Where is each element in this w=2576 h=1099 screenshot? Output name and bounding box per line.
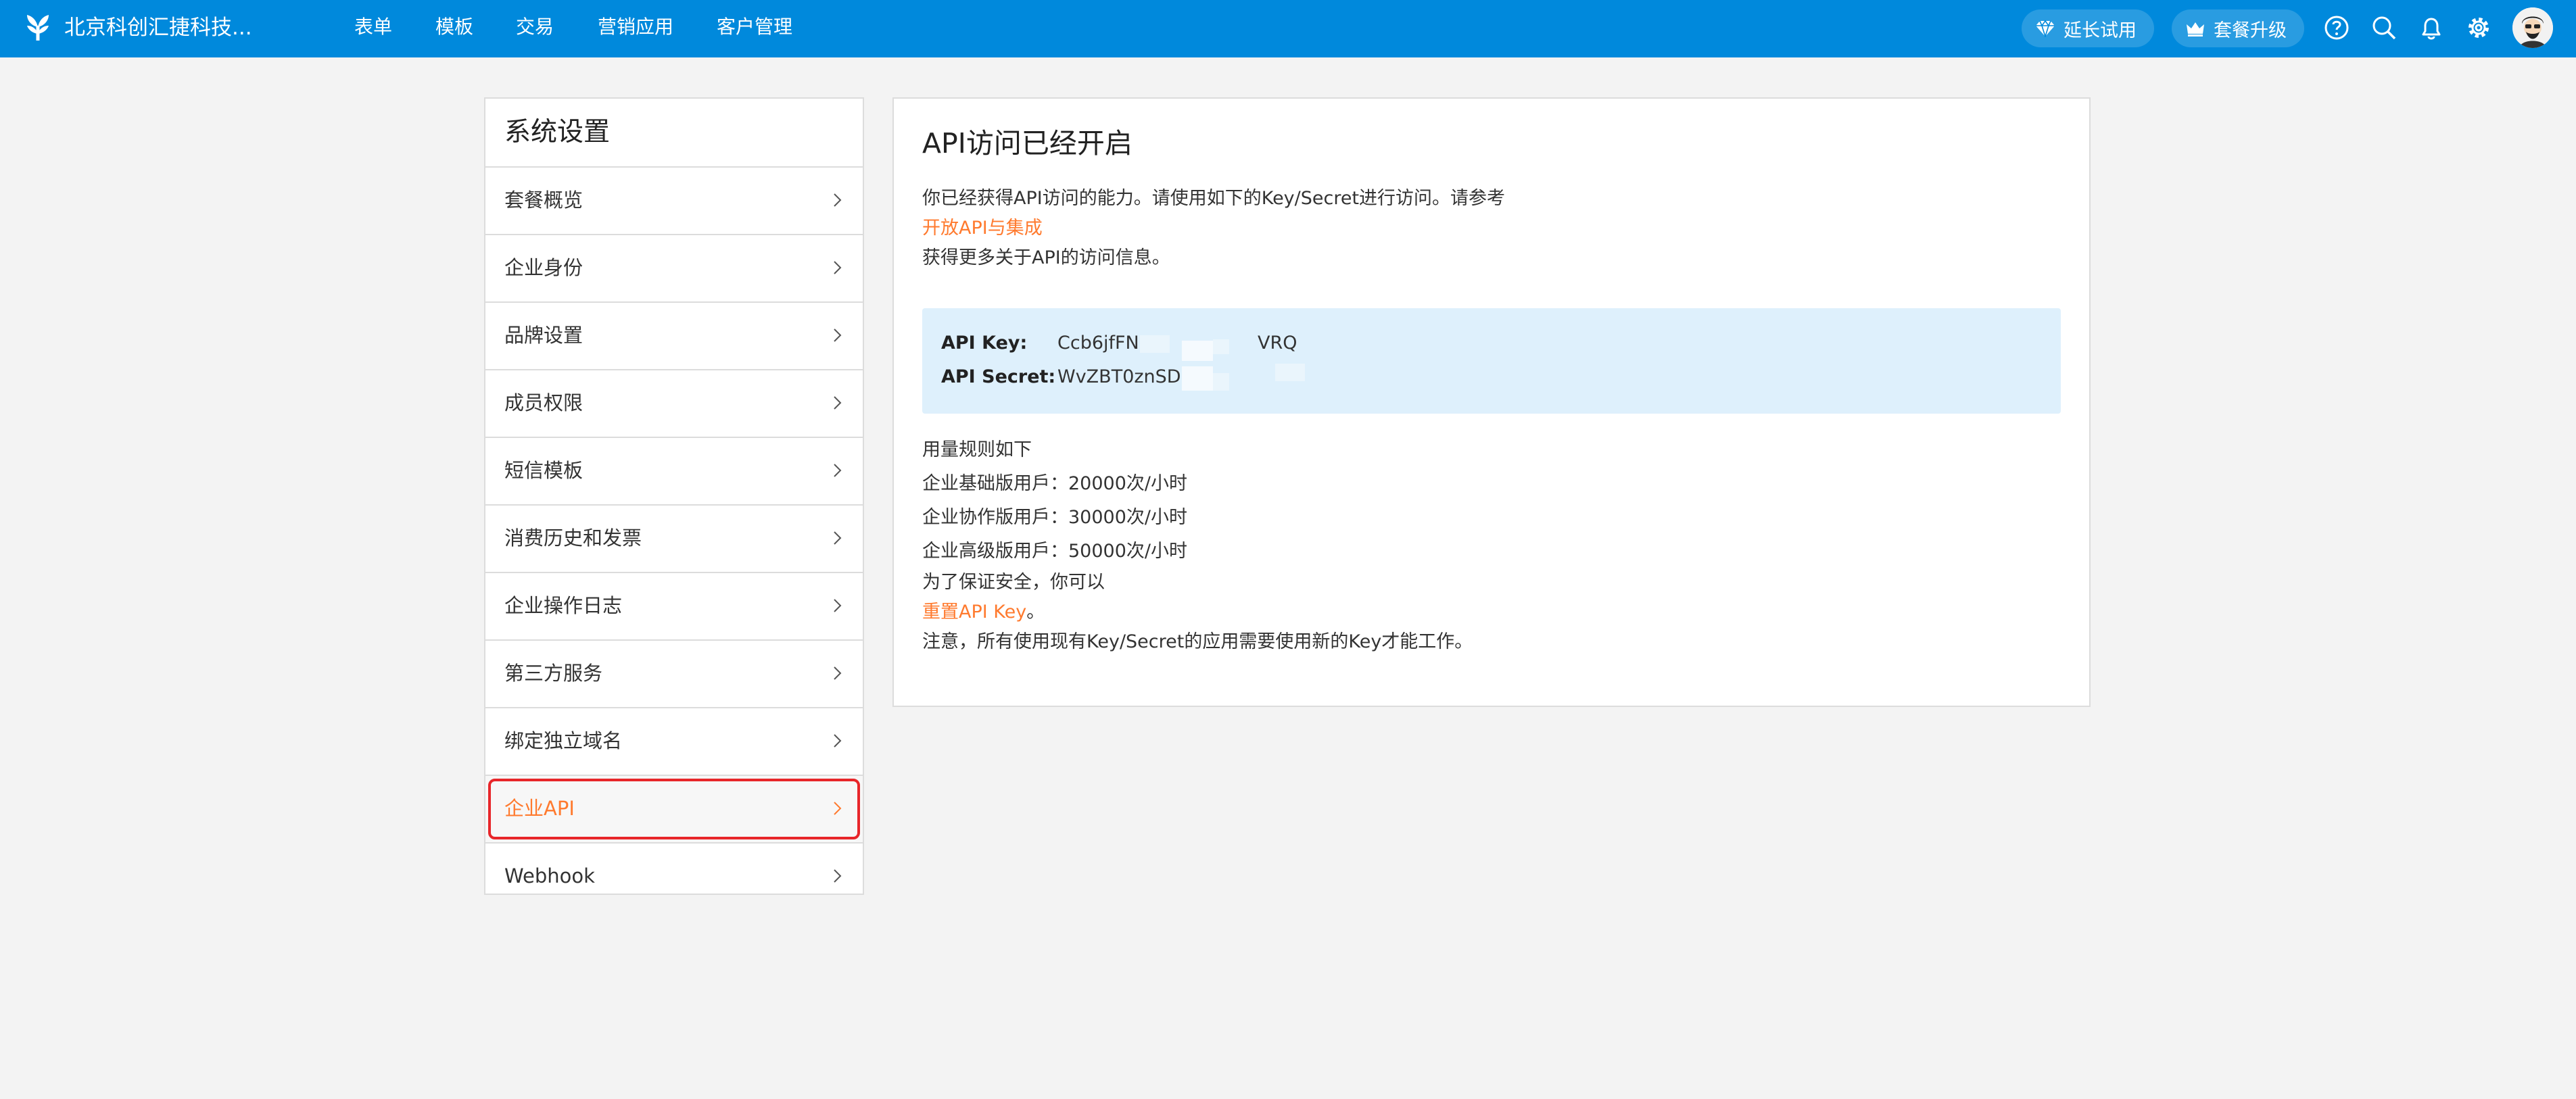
chevron-right-icon [834,599,842,612]
redaction-block [1182,366,1213,391]
intro-text: 你已经获得API访问的能力。请使用如下的Key/Secret进行访问。请参考 [922,188,1506,209]
sidebar-item-enterprise-api[interactable]: 企业API [485,776,863,844]
page-title: API访问已经开启 [922,127,1132,160]
chevron-right-icon [834,802,842,815]
top-bar: 北京科创汇捷科技... 表单 模板 交易 营销应用 客户管理 延长试用 套餐升级 [0,0,2576,57]
nav-transactions[interactable]: 交易 [516,12,554,42]
reset-tail: 。 [1026,602,1045,622]
sidebar-item-label: 第三方服务 [504,662,603,685]
chevron-right-icon [834,869,842,883]
open-api-doc-link[interactable]: 开放API与集成 [922,215,1043,242]
chevron-right-icon [834,666,842,680]
reset-api-key-link[interactable]: 重置API Key [922,602,1026,622]
redaction-block [1140,335,1170,353]
sidebar-item-third-party[interactable]: 第三方服务 [485,641,863,708]
company-name[interactable]: 北京科创汇捷科技... [64,13,252,43]
chevron-right-icon [834,734,842,748]
upgrade-label: 套餐升级 [2214,20,2287,41]
chevron-right-icon [834,464,842,477]
security-text: 为了保证安全，你可以 [922,572,1105,593]
redaction-block [1275,364,1305,381]
chevron-right-icon [834,193,842,207]
sidebar-item-label: 套餐概览 [504,189,583,212]
sidebar-item-sms-templates[interactable]: 短信模板 [485,438,863,506]
sidebar-item-webhook[interactable]: Webhook [485,844,863,910]
api-key-value: Ccb6jfFN [1057,333,1139,353]
crown-icon [2187,22,2204,36]
sidebar-item-plan-overview[interactable]: 套餐概览 [485,168,863,235]
usage-title: 用量规则如下 [922,439,1032,460]
avatar-icon [2512,7,2553,48]
api-secret-label: API Secret: [941,366,1056,387]
logo-icon[interactable] [22,11,54,43]
api-panel: API访问已经开启 你已经获得API访问的能力。请使用如下的Key/Secret… [892,97,2091,707]
intro-tail-text: 获得更多关于API的访问信息。 [922,247,1170,268]
sidebar-item-label: 品牌设置 [504,324,583,347]
redaction-block [1213,373,1229,391]
nav-forms[interactable]: 表单 [354,12,392,42]
usage-advanced: 企业高级版用戶：50000次/小时 [922,541,1187,562]
api-secret-value: WvZBT0znSDs [1057,366,1191,387]
diamond-icon [2036,20,2055,37]
sidebar-item-identity[interactable]: 企业身份 [485,235,863,303]
bell-icon[interactable] [2418,14,2445,41]
chevron-right-icon [834,261,842,274]
sidebar-item-label: 企业API [504,797,575,820]
sidebar-item-label: 企业操作日志 [504,594,623,617]
sidebar-item-permissions[interactable]: 成员权限 [485,370,863,438]
api-key-label: API Key: [941,333,1028,353]
extend-trial-button[interactable]: 延长试用 [2022,9,2154,47]
redaction-block [1213,339,1229,354]
reset-line: 重置API Key。 [922,599,1045,626]
usage-collab: 企业协作版用戶：30000次/小时 [922,507,1187,528]
nav-templates[interactable]: 模板 [435,12,473,42]
chevron-right-icon [834,531,842,545]
nav-marketing[interactable]: 营销应用 [598,12,673,42]
usage-basic: 企业基础版用戶：20000次/小时 [922,473,1187,494]
chevron-right-icon [834,328,842,342]
sidebar-item-label: 短信模板 [504,459,583,482]
upgrade-button[interactable]: 套餐升级 [2172,9,2304,47]
sidebar-item-label: 企业身份 [504,256,583,279]
settings-icon[interactable] [2465,14,2492,41]
user-avatar[interactable] [2512,7,2553,48]
help-icon[interactable] [2323,14,2350,41]
settings-sidebar: 系统设置 套餐概览 企业身份 品牌设置 成员权限 短信模板 消费历史和发票 企业… [484,97,864,895]
api-key-value-end: VRQ [1258,333,1297,353]
sidebar-item-billing[interactable]: 消费历史和发票 [485,506,863,573]
sidebar-item-label: 成员权限 [504,391,583,414]
sidebar-item-label: 消费历史和发票 [504,527,642,550]
nav-customers[interactable]: 客户管理 [717,12,792,42]
sidebar-item-domain[interactable]: 绑定独立域名 [485,708,863,776]
search-icon[interactable] [2370,14,2398,41]
note-text: 注意，所有使用现有Key/Secret的应用需要使用新的Key才能工作。 [922,631,1473,652]
sidebar-item-brand[interactable]: 品牌设置 [485,303,863,370]
sidebar-item-label: Webhook [504,864,595,887]
redaction-block [1182,341,1213,361]
sidebar-item-label: 绑定独立域名 [504,729,623,752]
sidebar-item-operation-log[interactable]: 企业操作日志 [485,573,863,641]
chevron-right-icon [834,396,842,410]
extend-trial-label: 延长试用 [2064,20,2137,41]
sidebar-title: 系统设置 [485,99,863,168]
credentials-box: API Key: Ccb6jfFN VRQ API Secret: WvZBT0… [922,308,2061,414]
